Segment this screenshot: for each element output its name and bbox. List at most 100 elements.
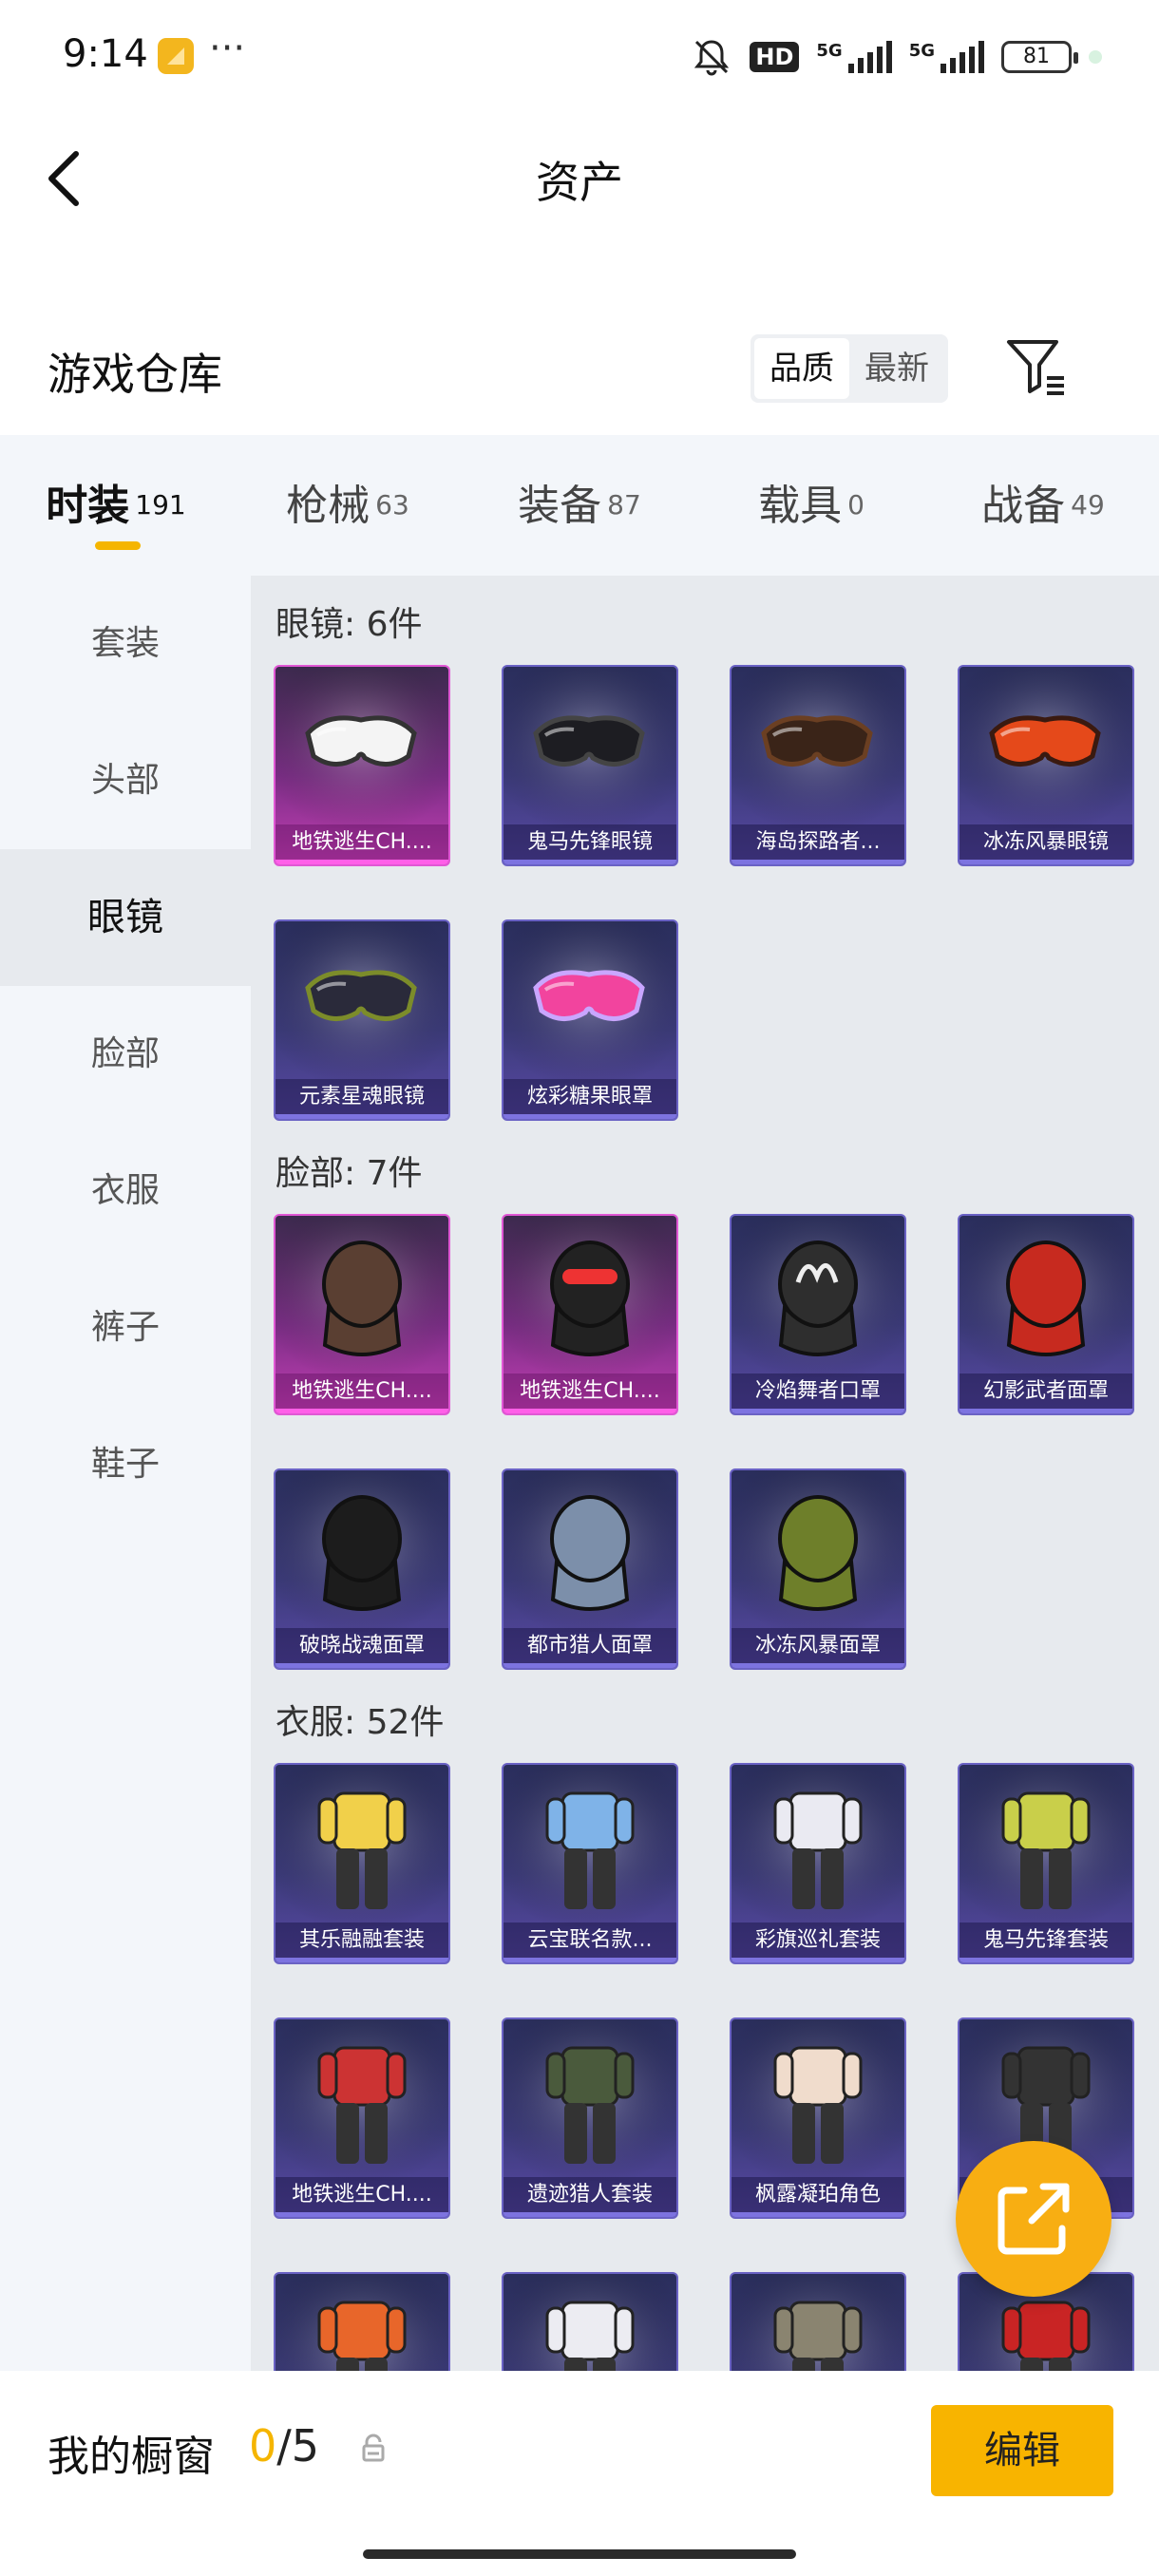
item-card-label: 幻影武者面罩 [960,1373,1132,1413]
share-icon [998,2183,1070,2255]
item-card-label: 鬼马先锋套装 [960,1923,1132,1962]
character-dress-icon [732,2019,904,2181]
outfit-lime-icon [960,1765,1132,1926]
outfit-yellow-icon [276,1765,448,1926]
edit-button[interactable]: 编辑 [931,2405,1113,2496]
item-card[interactable]: 地铁逃生CH.... [274,2017,450,2219]
gas-mask-red-icon [960,1216,1132,1377]
item-card-label: 地铁逃生CH.... [504,1373,676,1413]
item-card[interactable]: 云宝联名款... [502,1763,678,1964]
tab-firearms[interactable]: 枪械 63 [232,435,464,576]
lock-icon [362,2434,385,2462]
item-card[interactable] [274,2272,450,2371]
page-header: 资产 [0,112,1159,245]
outfit-blue-icon [504,1765,676,1926]
category-title: 衣服: 52件 [276,1703,445,1742]
battery-icon: 81 [1001,41,1078,73]
silent-bell-icon [694,40,730,76]
sort-option-quality[interactable]: 品质 [754,338,849,399]
showcase-bar: 我的橱窗 0/5 编辑 [0,2371,1159,2576]
tab-vehicles[interactable]: 载具 0 [695,435,927,576]
item-card-label: 彩旗巡礼套装 [732,1923,904,1962]
item-card[interactable]: 冷焰舞者口罩 [730,1214,906,1415]
sunglasses-black-icon [504,667,676,828]
item-card-label: 炫彩糖果眼罩 [504,1079,676,1119]
outfit-coat-icon [732,2274,904,2371]
item-card-label: 鬼马先锋眼镜 [504,824,676,864]
filter-icon[interactable] [1005,336,1068,397]
item-card-label: 枫露凝珀角色 [732,2177,904,2217]
tab-supplies[interactable]: 战备 49 [927,435,1159,576]
share-button[interactable] [956,2141,1112,2297]
sidebar-item-pants[interactable]: 裤子 [0,1260,251,1396]
item-card[interactable] [730,2272,906,2371]
neck-gaiter-flame-icon [732,1216,904,1377]
item-card[interactable]: 地铁逃生CH.... [274,665,450,866]
item-card-label: 冷焰舞者口罩 [732,1373,904,1413]
sunglasses-green-icon [276,921,448,1083]
sort-option-newest[interactable]: 最新 [849,338,944,399]
item-card[interactable]: 炫彩糖果眼罩 [502,919,678,1121]
item-card[interactable]: 遗迹猎人套装 [502,2017,678,2219]
item-grid: 眼镜: 6件 地铁逃生CH.... 鬼马先锋眼镜 海岛探路者... 冰冻风暴眼镜 元素星魂… [251,576,1159,2371]
sidebar-item-glasses[interactable]: 眼镜 [0,849,251,986]
outfit-camo-icon [504,2019,676,2181]
item-card-label: 海岛探路者... [732,824,904,864]
showcase-count: 0/5 [249,2420,320,2472]
privacy-dot [1089,50,1102,64]
app-notification-icon [158,38,194,74]
item-card[interactable] [502,2272,678,2371]
item-card-label: 破晓战魂面罩 [276,1628,448,1668]
item-card-label: 都市猎人面罩 [504,1628,676,1668]
item-card[interactable]: 枫露凝珀角色 [730,2017,906,2219]
tab-fashion[interactable]: 时装 191 [0,435,232,576]
item-card-label: 地铁逃生CH.... [276,2177,448,2217]
balaclava-red-icon [504,1216,676,1377]
signal-icon-2: 5G [909,41,984,73]
sort-toggle: 品质 最新 [750,334,948,403]
item-card-label: 地铁逃生CH.... [276,1373,448,1413]
item-card-label: 冰冻风暴面罩 [732,1628,904,1668]
outfit-red-black-icon [276,2019,448,2181]
item-card[interactable]: 海岛探路者... [730,665,906,866]
item-card-label: 地铁逃生CH.... [276,824,448,864]
item-card-label: 遗迹猎人套装 [504,2177,676,2217]
item-card[interactable]: 都市猎人面罩 [502,1468,678,1670]
category-tabs: 时装 191 枪械 63 装备 87 载具 0 战备 49 [0,435,1159,576]
category-title: 脸部: 7件 [276,1154,423,1193]
status-bar: 9:14 ··· HD 5G 5G 81 [0,0,1159,112]
scarf-mask-blue-icon [504,1470,676,1632]
item-card[interactable]: 地铁逃生CH.... [502,1214,678,1415]
item-card[interactable]: 冰冻风暴眼镜 [958,665,1134,866]
home-indicator[interactable] [363,2549,796,2559]
more-notifications-icon: ··· [209,27,246,70]
sidebar-item-clothes[interactable]: 衣服 [0,1123,251,1260]
sidebar: 套装 头部 眼镜 脸部 衣服 裤子 鞋子 [0,576,251,2371]
sidebar-item-head[interactable]: 头部 [0,712,251,849]
category-title: 眼镜: 6件 [276,605,423,644]
sidebar-item-sets[interactable]: 套装 [0,576,251,712]
item-card[interactable]: 其乐融融套装 [274,1763,450,1964]
item-card[interactable]: 破晓战魂面罩 [274,1468,450,1670]
item-card[interactable]: 彩旗巡礼套装 [730,1763,906,1964]
status-time: 9:14 [63,32,148,76]
item-card[interactable]: 地铁逃生CH.... [274,1214,450,1415]
armor-mask-black-icon [276,1470,448,1632]
sunglasses-orange-icon [960,667,1132,828]
sidebar-item-shoes[interactable]: 鞋子 [0,1396,251,1533]
item-card[interactable]: 鬼马先锋眼镜 [502,665,678,866]
hd-badge: HD [750,42,800,72]
outfit-white-icon [732,1765,904,1926]
tab-equipment[interactable]: 装备 87 [464,435,695,576]
item-card-label: 云宝联名款... [504,1923,676,1962]
item-card-label: 元素星魂眼镜 [276,1079,448,1119]
page-title: 资产 [536,157,623,208]
item-card[interactable]: 幻影武者面罩 [958,1214,1134,1415]
outfit-white-suit-icon [504,2274,676,2371]
sunglasses-brown-icon [732,667,904,828]
item-card[interactable]: 鬼马先锋套装 [958,1763,1134,1964]
active-tab-indicator [95,541,141,550]
item-card[interactable]: 元素星魂眼镜 [274,919,450,1121]
item-card[interactable]: 冰冻风暴面罩 [730,1468,906,1670]
sidebar-item-face[interactable]: 脸部 [0,986,251,1123]
